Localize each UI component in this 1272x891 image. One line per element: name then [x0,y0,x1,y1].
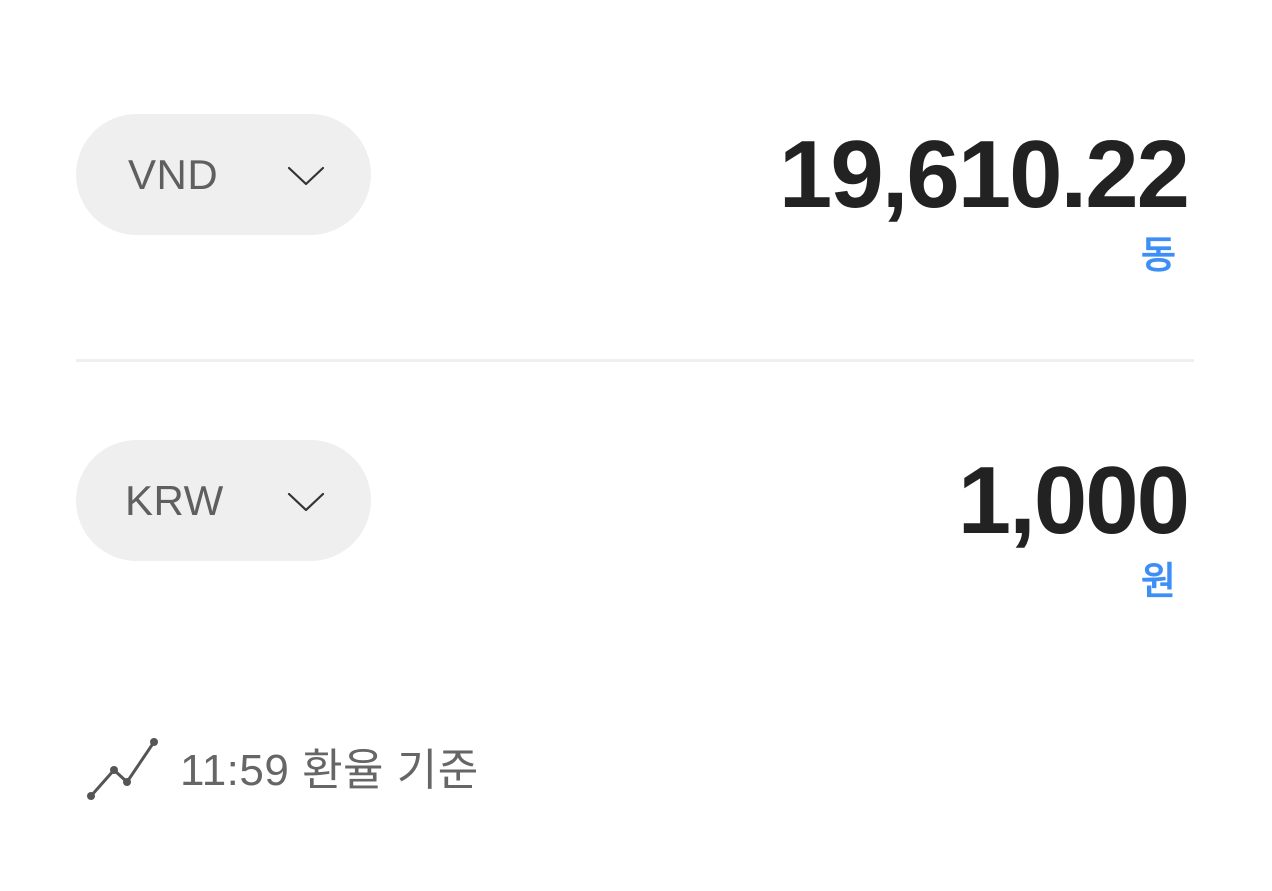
target-currency-dropdown[interactable]: KRW [76,440,371,561]
trend-line-icon [87,738,158,800]
source-amount[interactable]: 19,610.22 [779,120,1190,230]
divider [76,359,1194,362]
chevron-down-icon [286,485,326,515]
source-currency-dropdown[interactable]: VND [76,114,371,235]
source-currency-row: VND 19,610.22 동 [76,114,1194,277]
target-unit: 원 [1141,561,1176,603]
source-unit: 동 [1141,235,1176,277]
target-currency-row: KRW 1,000 원 [76,440,1194,603]
rate-info[interactable]: 11:59 환율 기준 [84,736,479,806]
source-currency-code: VND [128,151,219,198]
target-currency-code: KRW [125,477,224,524]
currency-converter: VND 19,610.22 동 KRW 1,000 원 11:59 환율 기준 [0,0,1272,891]
chevron-down-icon [286,159,326,189]
rate-timestamp-text: 11:59 환율 기준 [180,746,479,795]
target-amount[interactable]: 1,000 [958,446,1190,556]
